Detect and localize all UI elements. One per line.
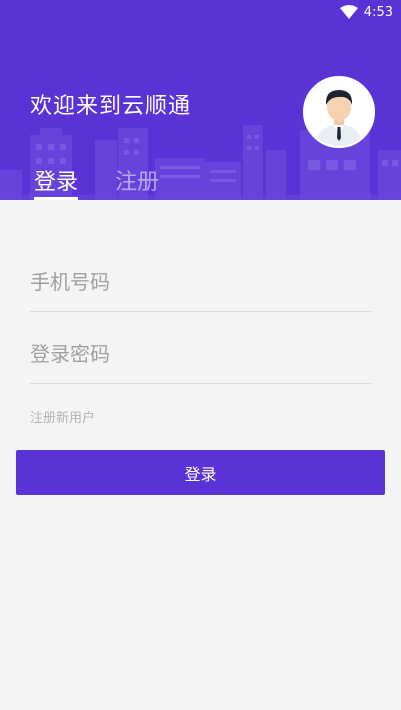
status-bar: 4:53 xyxy=(0,0,401,24)
tab-login-label: 登录 xyxy=(34,170,79,195)
header-banner: 4:53 欢迎来到云顺通 登录 注册 xyxy=(0,0,401,200)
auth-tabs: 登录 注册 xyxy=(34,164,196,200)
password-input[interactable] xyxy=(30,341,371,366)
welcome-title: 欢迎来到云顺通 xyxy=(30,94,192,119)
phone-field-row xyxy=(30,252,371,312)
wifi-icon xyxy=(339,5,358,19)
tab-register[interactable]: 注册 xyxy=(115,164,159,200)
status-time: 4:53 xyxy=(363,4,393,20)
user-avatar-icon[interactable] xyxy=(303,76,375,148)
phone-number-input[interactable] xyxy=(30,269,371,294)
active-tab-indicator xyxy=(34,197,79,200)
register-new-user-link[interactable]: 注册新用户 xyxy=(30,407,95,426)
tab-register-label: 注册 xyxy=(115,170,160,195)
password-field-row xyxy=(30,324,371,384)
tab-login[interactable]: 登录 xyxy=(34,164,79,200)
login-button[interactable]: 登录 xyxy=(16,450,385,495)
login-form xyxy=(30,240,371,384)
